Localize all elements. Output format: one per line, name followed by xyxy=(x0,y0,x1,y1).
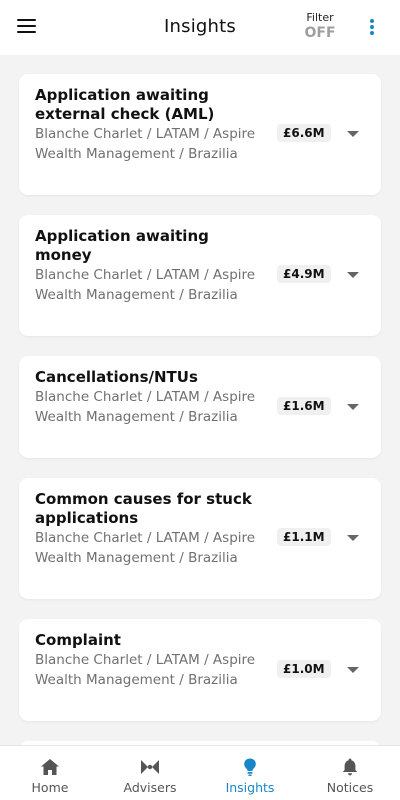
insight-title: Cancellations/NTUs xyxy=(35,368,198,386)
chevron-down-icon[interactable] xyxy=(347,535,359,541)
tab-advisers[interactable]: Advisers xyxy=(100,746,200,800)
insight-title: Complaint xyxy=(35,631,121,649)
tab-advisers-label: Advisers xyxy=(123,780,177,795)
insight-amount-badge: £1.6M xyxy=(277,397,331,415)
insight-card[interactable]: Application awaiting money Blanche Charl… xyxy=(19,215,381,336)
chevron-down-icon[interactable] xyxy=(347,404,359,410)
insight-title: Application awaiting external check (AML… xyxy=(35,86,215,123)
tab-notices-label: Notices xyxy=(326,780,374,795)
tab-notices[interactable]: Notices xyxy=(300,746,400,800)
insight-subtitle: Blanche Charlet / LATAM / Aspire Wealth … xyxy=(35,389,256,425)
insight-subtitle: Blanche Charlet / LATAM / Aspire Wealth … xyxy=(35,530,256,566)
bell-icon xyxy=(342,758,358,776)
insight-amount-badge: £4.9M xyxy=(277,265,331,283)
insight-amount-badge: £6.6M xyxy=(277,124,331,142)
tab-insights[interactable]: Insights xyxy=(200,746,300,800)
advisers-icon xyxy=(141,760,159,774)
insight-card[interactable]: Cancellations/NTUs Blanche Charlet / LAT… xyxy=(19,356,381,458)
tab-home[interactable]: Home xyxy=(0,746,100,800)
filter-toggle[interactable]: Filter OFF xyxy=(300,11,340,41)
home-icon xyxy=(41,759,59,775)
page-title: Insights xyxy=(164,16,236,37)
insight-amount-badge: £1.1M xyxy=(277,528,331,546)
insight-subtitle: Blanche Charlet / LATAM / Aspire Wealth … xyxy=(35,126,256,162)
chevron-down-icon[interactable] xyxy=(347,131,359,137)
insight-amount-badge: £1.0M xyxy=(277,660,331,678)
insight-title: Application awaiting money xyxy=(35,227,209,264)
tab-insights-label: Insights xyxy=(225,780,275,795)
insight-card[interactable]: Application awaiting external check (AML… xyxy=(19,74,381,195)
chevron-down-icon[interactable] xyxy=(347,272,359,278)
insight-subtitle: Blanche Charlet / LATAM / Aspire Wealth … xyxy=(35,267,256,303)
more-options-icon[interactable] xyxy=(366,17,378,37)
filter-value: OFF xyxy=(304,25,336,41)
filter-label: Filter xyxy=(306,11,334,24)
app-header: Insights Filter OFF xyxy=(0,0,400,55)
chevron-down-icon[interactable] xyxy=(347,667,359,673)
insight-card[interactable]: Common causes for stuck applications Bla… xyxy=(19,478,381,599)
tab-home-label: Home xyxy=(31,780,69,795)
insight-title: Common causes for stuck applications xyxy=(35,490,252,527)
lightbulb-icon xyxy=(244,758,256,776)
bottom-tab-bar: Home Advisers Insights Notices xyxy=(0,745,400,800)
insight-card[interactable]: Complaint Blanche Charlet / LATAM / Aspi… xyxy=(19,619,381,721)
insight-subtitle: Blanche Charlet / LATAM / Aspire Wealth … xyxy=(35,652,256,688)
